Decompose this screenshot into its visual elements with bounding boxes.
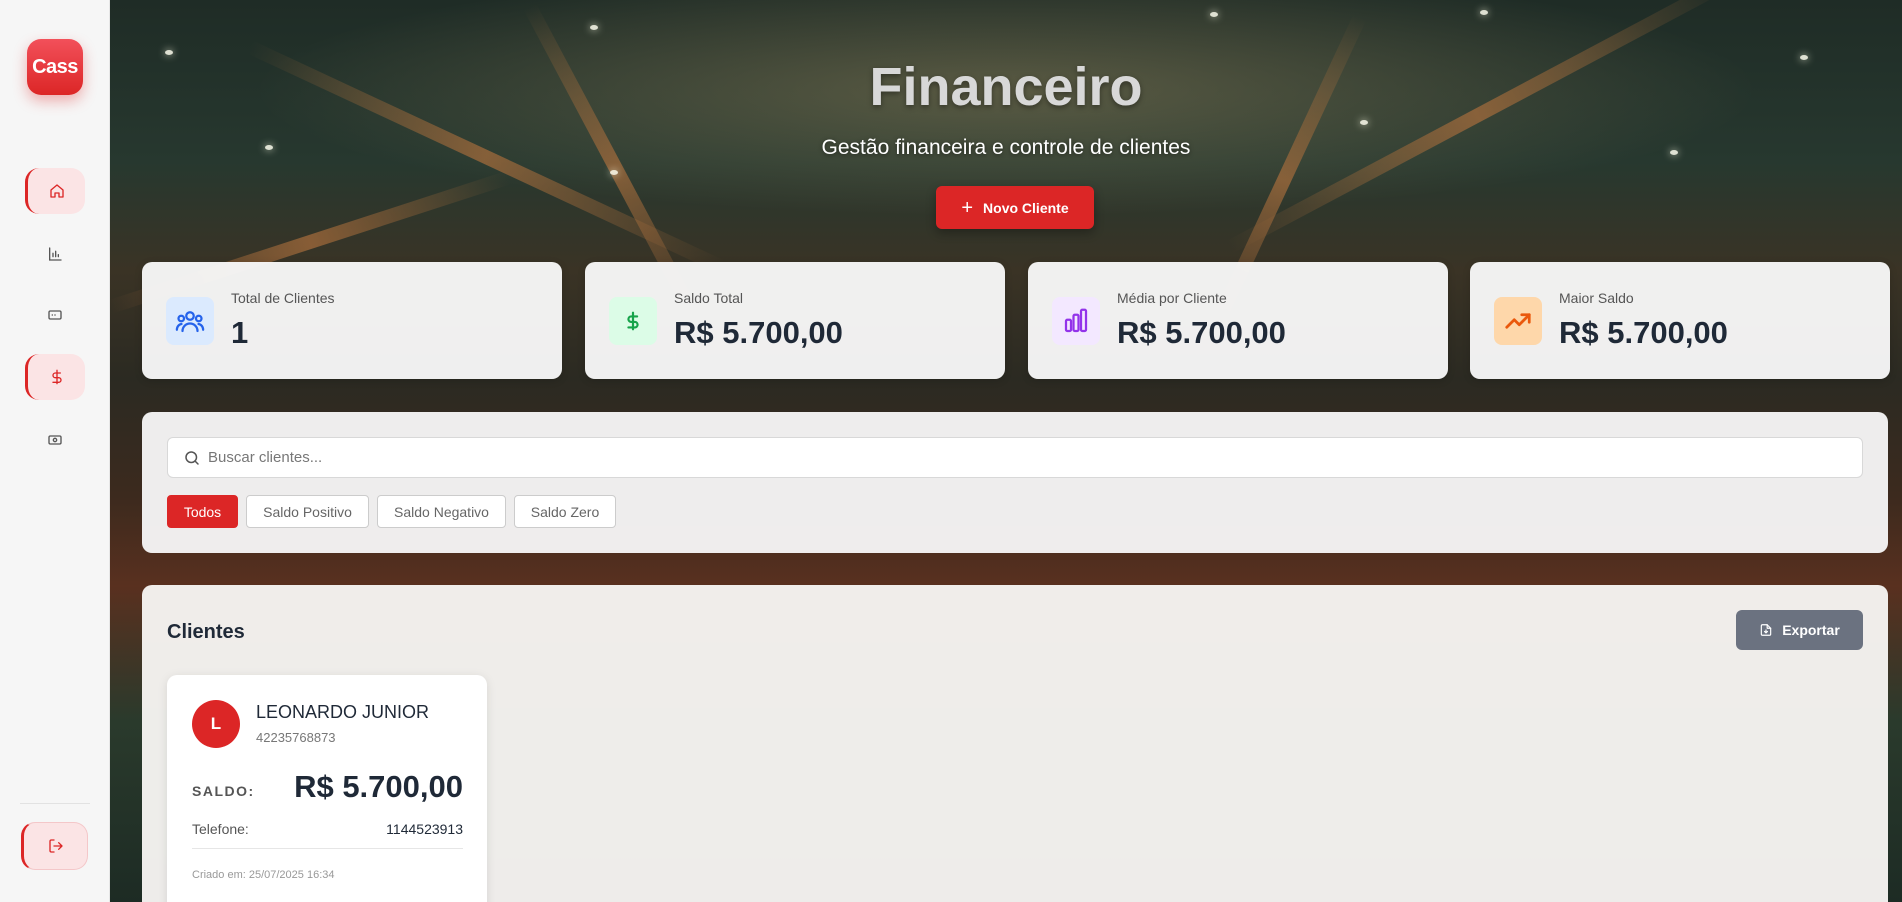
clients-title: Clientes xyxy=(167,621,245,643)
export-label: Exportar xyxy=(1782,622,1840,638)
stat-label: Maior Saldo xyxy=(1559,290,1634,306)
filter-chip-saldo-positivo[interactable]: Saldo Positivo xyxy=(246,495,369,528)
dollar-icon xyxy=(51,369,62,385)
card-divider xyxy=(192,848,463,849)
search-box xyxy=(167,437,1863,478)
phone-value: 1144523913 xyxy=(386,821,463,837)
stat-label: Total de Clientes xyxy=(231,290,335,306)
stat-card-total-clients: Total de Clientes 1 xyxy=(142,262,562,379)
logout-button[interactable] xyxy=(21,822,88,870)
search-icon xyxy=(185,451,199,465)
file-export-icon xyxy=(1760,624,1772,636)
phone-label: Telefone: xyxy=(192,821,249,837)
filter-chip-saldo-negativo[interactable]: Saldo Negativo xyxy=(377,495,506,528)
new-client-label: Novo Cliente xyxy=(983,199,1069,216)
avatar: L xyxy=(192,700,240,748)
created-date: Criado em: 25/07/2025 16:34 xyxy=(192,869,335,881)
clients-panel: Clientes Exportar L LEONARDO JUNIOR 4223… xyxy=(142,585,1888,902)
nav-cards[interactable] xyxy=(25,292,85,338)
page-subtitle: Gestão financeira e controle de clientes xyxy=(821,136,1191,159)
bar-chart-icon xyxy=(1052,297,1100,345)
bar-chart-icon xyxy=(49,247,62,261)
filter-chip-todos[interactable]: Todos xyxy=(167,495,238,528)
stat-value: R$ 5.700,00 xyxy=(674,315,843,350)
stat-label: Média por Cliente xyxy=(1117,290,1227,306)
stat-value: 1 xyxy=(231,315,249,350)
dollar-icon xyxy=(609,297,657,345)
nav-home[interactable] xyxy=(25,168,85,214)
stat-card-average: Média por Cliente R$ 5.700,00 xyxy=(1028,262,1448,379)
page-title: Financeiro xyxy=(869,57,1143,117)
stat-value: R$ 5.700,00 xyxy=(1559,315,1728,350)
stat-label: Saldo Total xyxy=(674,290,744,306)
filter-chip-saldo-zero[interactable]: Saldo Zero xyxy=(514,495,616,528)
nav-financeiro[interactable] xyxy=(25,354,85,400)
balance-label: SALDO: xyxy=(192,783,255,799)
trending-up-icon xyxy=(1494,297,1542,345)
users-icon xyxy=(166,297,214,345)
sidebar-divider xyxy=(20,803,90,804)
stat-card-max-balance: Maior Saldo R$ 5.700,00 xyxy=(1470,262,1890,379)
plus-icon: + xyxy=(961,196,974,219)
client-name: LEONARDO JUNIOR xyxy=(256,702,430,722)
logout-icon xyxy=(48,839,63,853)
nav-cash[interactable] xyxy=(25,417,85,463)
new-client-button[interactable]: + Novo Cliente xyxy=(936,186,1094,229)
sidebar: Cass xyxy=(0,0,110,902)
cash-icon xyxy=(48,435,62,445)
home-icon xyxy=(49,184,64,198)
balance-value: R$ 5.700,00 xyxy=(294,769,463,804)
app-logo[interactable]: Cass xyxy=(27,39,83,95)
stat-card-total-balance: Saldo Total R$ 5.700,00 xyxy=(585,262,1005,379)
client-card[interactable]: L LEONARDO JUNIOR 42235768873 SALDO: R$ … xyxy=(167,675,487,902)
nav-reports[interactable] xyxy=(25,231,85,277)
filter-panel: Todos Saldo Positivo Saldo Negativo Sald… xyxy=(142,412,1888,553)
search-input[interactable] xyxy=(208,438,1808,477)
card-icon xyxy=(48,310,62,320)
client-document: 42235768873 xyxy=(256,730,336,745)
stat-value: R$ 5.700,00 xyxy=(1117,315,1286,350)
export-button[interactable]: Exportar xyxy=(1736,610,1863,650)
